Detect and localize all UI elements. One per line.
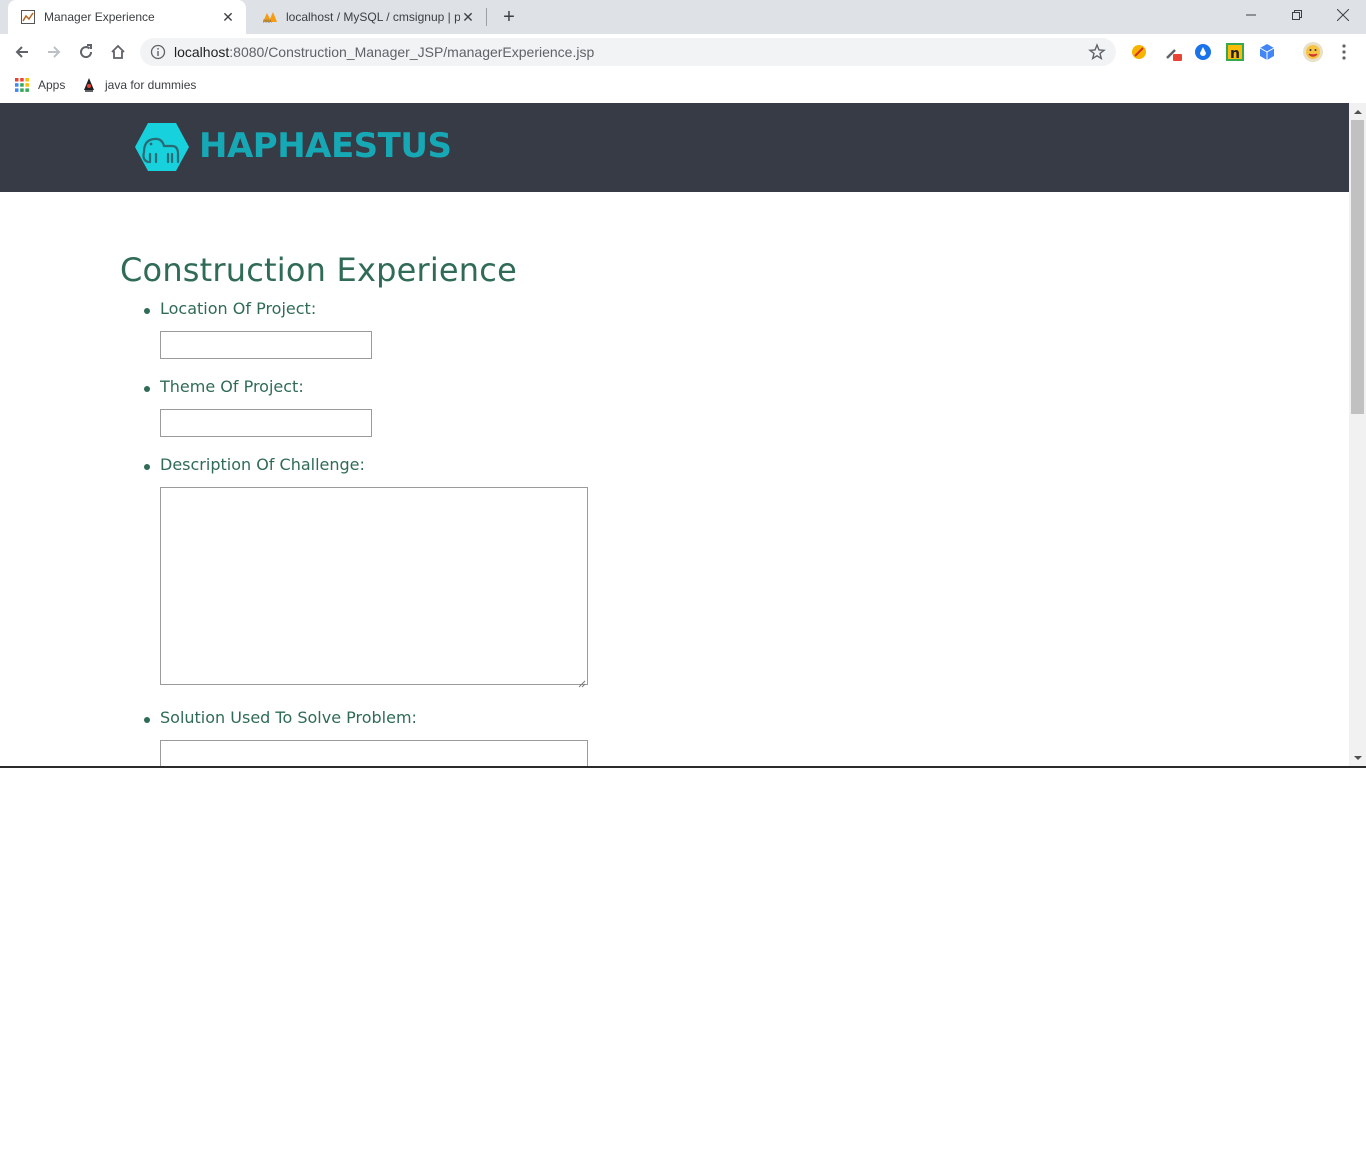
profile-avatar-icon[interactable] [1302, 41, 1324, 63]
solution-label: Solution Used To Solve Problem: [160, 708, 417, 727]
extension-drop-icon[interactable] [1194, 43, 1212, 61]
bullet [144, 464, 150, 470]
bookmarks-bar: Apps java for dummies [0, 70, 1366, 102]
close-tab-icon[interactable]: ✕ [460, 9, 476, 25]
url-text[interactable]: localhost:8080/Construction_Manager_JSP/… [174, 44, 594, 60]
solution-textarea[interactable] [160, 740, 588, 766]
tab-separator [486, 8, 487, 26]
tab-phpmyadmin[interactable]: PMA localhost / MySQL / cmsignup | p ✕ [250, 0, 486, 34]
url-path: :8080/Construction_Manager_JSP/managerEx… [229, 44, 595, 60]
forward-icon[interactable] [40, 38, 68, 66]
page-viewport: HAPHAESTUS Construction Experience Locat… [0, 103, 1349, 766]
extension-rocket-icon[interactable] [1130, 43, 1148, 61]
tab-manager-experience[interactable]: Manager Experience ✕ [8, 0, 246, 34]
haphaestus-logo-icon[interactable] [134, 122, 190, 172]
svg-text:PMA: PMA [263, 19, 272, 24]
bullet [144, 386, 150, 392]
location-input[interactable] [160, 331, 372, 359]
theme-label: Theme Of Project: [160, 377, 304, 396]
window-bottom-edge [0, 766, 1366, 768]
bullet [144, 717, 150, 723]
extension-cube-icon[interactable] [1258, 43, 1276, 61]
browser-toolbar: localhost:8080/Construction_Manager_JSP/… [0, 34, 1366, 70]
duke-icon [81, 77, 97, 93]
back-icon[interactable] [8, 38, 36, 66]
page-favicon-icon [20, 9, 36, 25]
theme-input[interactable] [160, 409, 372, 437]
extension-n-icon[interactable]: n [1226, 43, 1244, 62]
tab-title: localhost / MySQL / cmsignup | p [286, 10, 460, 24]
home-icon[interactable] [104, 38, 132, 66]
extension-eyedropper-icon[interactable] [1164, 43, 1182, 61]
scroll-down-icon[interactable] [1349, 749, 1366, 766]
close-window-icon[interactable] [1320, 0, 1366, 30]
svg-text:n: n [1230, 46, 1240, 61]
address-bar[interactable]: localhost:8080/Construction_Manager_JSP/… [140, 38, 1116, 66]
restore-icon[interactable] [1274, 0, 1320, 30]
resize-handle-icon[interactable] [578, 675, 586, 688]
brand-name[interactable]: HAPHAESTUS [199, 126, 452, 166]
apps-grid-icon [14, 77, 30, 93]
reload-icon[interactable] [72, 38, 100, 66]
menu-kebab-icon[interactable] [1338, 43, 1356, 61]
tab-strip: Manager Experience ✕ PMA localhost / MyS… [0, 0, 1366, 34]
new-tab-icon[interactable]: + [498, 6, 520, 28]
url-host: localhost [174, 44, 230, 60]
page-title: Construction Experience [120, 251, 517, 289]
bookmark-label: Apps [38, 78, 66, 92]
bookmark-java-for-dummies[interactable]: java for dummies [81, 77, 196, 93]
bookmark-apps[interactable]: Apps [14, 77, 65, 93]
info-icon[interactable] [150, 44, 166, 60]
tab-title: Manager Experience [44, 10, 155, 24]
challenge-label: Description Of Challenge: [160, 455, 365, 474]
bookmark-star-icon[interactable] [1088, 43, 1106, 61]
site-header: HAPHAESTUS [0, 103, 1349, 192]
challenge-textarea[interactable] [160, 487, 588, 685]
location-label: Location Of Project: [160, 299, 317, 318]
phpmyadmin-favicon-icon: PMA [262, 9, 278, 25]
close-tab-icon[interactable]: ✕ [220, 9, 236, 25]
scroll-up-icon[interactable] [1349, 103, 1366, 120]
bullet [144, 308, 150, 314]
bookmark-label: java for dummies [105, 78, 197, 92]
scroll-thumb[interactable] [1351, 120, 1364, 414]
page-scrollbar[interactable] [1349, 103, 1366, 766]
minimize-icon[interactable] [1228, 0, 1274, 30]
